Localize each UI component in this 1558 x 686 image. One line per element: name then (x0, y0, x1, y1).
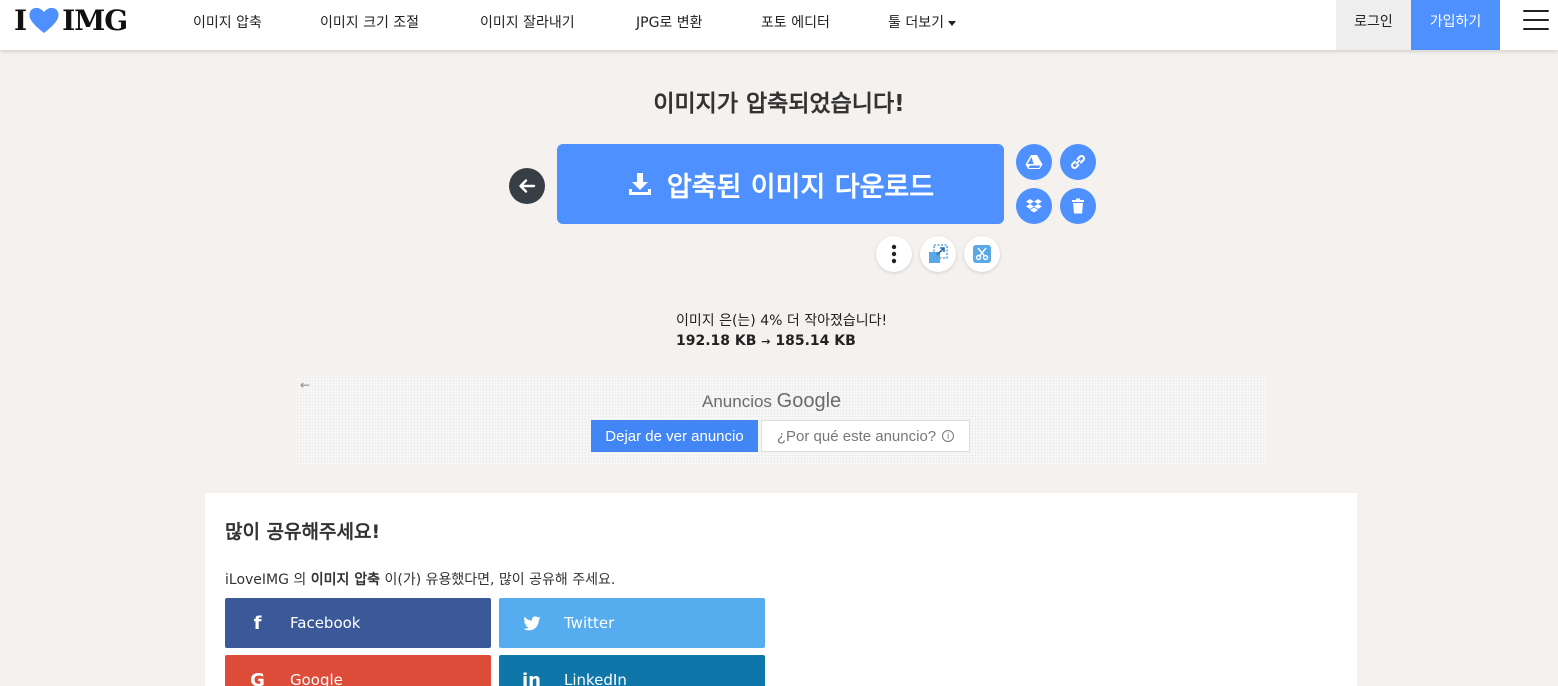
why-this-ad-label: ¿Por qué este anuncio? (776, 427, 937, 445)
stop-ad-button[interactable]: Dejar de ver anuncio (591, 420, 758, 452)
crop-image-tool-button[interactable] (964, 236, 1000, 272)
dropbox-icon (1026, 199, 1042, 213)
twitter-icon (499, 615, 564, 631)
nav-more-tools-label: 툴 더보기 (888, 15, 944, 31)
linkedin-label: LinkedIn (564, 671, 627, 686)
share-card: 많이 공유해주세요! iLoveIMG 의 이미지 압축 이(가) 유용했다면,… (205, 493, 1357, 686)
heart-logo-icon (29, 7, 59, 33)
arrow-left-icon (519, 179, 536, 193)
back-button[interactable] (509, 168, 545, 204)
share-title: 많이 공유해주세요! (225, 521, 381, 543)
link-icon (1071, 155, 1085, 169)
scissors-icon (973, 245, 991, 263)
trash-icon (1072, 198, 1084, 214)
ad-label-prefix: Anuncios (702, 392, 772, 411)
nav-crop-image[interactable]: 이미지 잘라내기 (480, 12, 575, 32)
linkedin-icon: in (522, 669, 541, 686)
compression-result-text: 이미지 은(는) 4% 더 작아졌습니다! (676, 313, 888, 329)
nav-photo-editor[interactable]: 포토 에디터 (761, 12, 830, 32)
facebook-label: Facebook (290, 614, 361, 632)
nav-compress-image[interactable]: 이미지 압축 (193, 12, 262, 32)
nav-convert-to-jpg[interactable]: JPG로 변환 (636, 12, 703, 32)
info-icon: i (942, 430, 955, 442)
resize-image-icon (929, 244, 948, 263)
resize-image-tool-button[interactable] (920, 236, 956, 272)
login-button[interactable]: 로그인 (1336, 0, 1411, 50)
twitter-label: Twitter (564, 614, 615, 632)
file-size-comparison: 192.18 KB → 185.14 KB (676, 333, 856, 349)
more-options-button[interactable] (876, 236, 912, 272)
hamburger-menu-icon[interactable] (1523, 10, 1549, 30)
logo[interactable]: I IMG (14, 3, 128, 37)
save-to-google-drive-button[interactable] (1016, 144, 1052, 180)
copy-link-button[interactable] (1060, 144, 1096, 180)
facebook-icon: f (253, 612, 262, 634)
nav-resize-image[interactable]: 이미지 크기 조절 (320, 12, 419, 32)
share-linkedin-button[interactable]: in LinkedIn (499, 655, 765, 686)
download-button-label: 압축된 이미지 다운로드 (666, 171, 935, 203)
caret-down-icon (947, 20, 956, 26)
arrow-right-icon: → (761, 335, 771, 348)
share-google-button[interactable]: G Google (225, 655, 491, 686)
ad-back-arrow-icon[interactable]: ← (300, 378, 310, 392)
download-icon (628, 173, 651, 195)
nav-more-tools[interactable]: 툴 더보기 (888, 12, 956, 32)
google-ad-banner: ← Anuncios Google Dejar de ver anuncio ¿… (296, 376, 1266, 466)
top-header: I IMG 이미지 압축 이미지 크기 조절 이미지 잘라내기 JPG로 변환 … (0, 0, 1558, 50)
save-to-dropbox-button[interactable] (1016, 188, 1052, 224)
share-description: iLoveIMG 의 이미지 압축 이(가) 유용했다면, 많이 공유해 주세요… (225, 569, 615, 589)
size-before: 192.18 KB (676, 333, 757, 349)
signup-button[interactable]: 가입하기 (1411, 0, 1500, 50)
share-twitter-button[interactable]: Twitter (499, 598, 765, 648)
download-compressed-image-button[interactable]: 압축된 이미지 다운로드 (557, 144, 1004, 224)
share-facebook-button[interactable]: f Facebook (225, 598, 491, 648)
share-desc-prefix: iLoveIMG 의 (225, 572, 307, 588)
vertical-dots-icon (891, 244, 897, 264)
share-desc-suffix: 이(가) 유용했다면, 많이 공유해 주세요. (384, 572, 616, 588)
why-this-ad-button[interactable]: ¿Por qué este anuncio? i (761, 420, 970, 452)
logo-letters-img: IMG (62, 3, 128, 37)
google-icon: G (250, 669, 265, 686)
google-label: Google (290, 671, 343, 686)
page-title: 이미지가 압축되었습니다! (653, 91, 905, 117)
ad-label-brand: Google (776, 390, 842, 412)
logo-letter-i: I (14, 3, 27, 37)
google-drive-icon (1025, 155, 1043, 169)
ad-label: Anuncios Google (702, 390, 841, 413)
delete-button[interactable] (1060, 188, 1096, 224)
size-after: 185.14 KB (775, 333, 856, 349)
share-desc-tool: 이미지 압축 (310, 572, 381, 588)
